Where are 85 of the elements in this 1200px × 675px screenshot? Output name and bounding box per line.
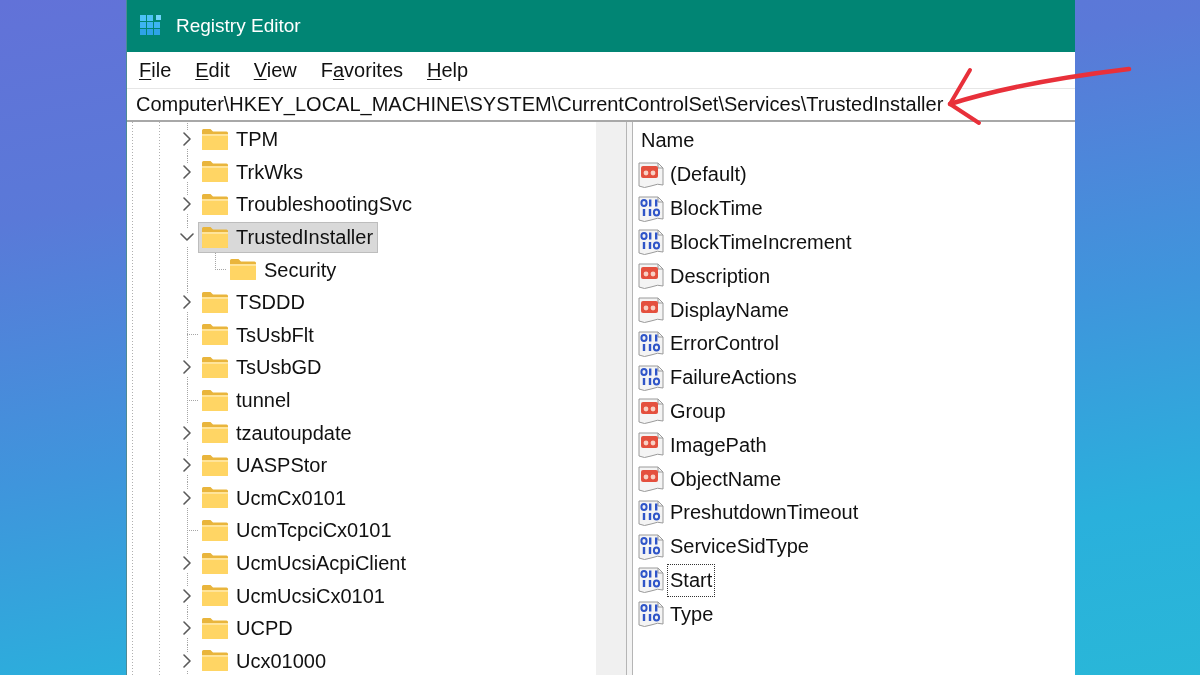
folder-icon (202, 161, 228, 183)
value-name[interactable]: (Default) (667, 158, 750, 192)
string-value-icon (638, 432, 664, 459)
value-name[interactable]: Group (667, 394, 729, 428)
tree-item[interactable]: TsUsbGD (198, 351, 327, 383)
folder-icon (202, 487, 228, 509)
folder-icon (202, 422, 228, 444)
binary-value-icon (638, 601, 664, 628)
tree-item[interactable]: tzautoupdate (198, 417, 357, 449)
value-name[interactable]: ErrorControl (667, 327, 782, 361)
tree-item[interactable]: UCPD (198, 612, 298, 644)
folder-icon (202, 226, 228, 248)
value-name[interactable]: Description (667, 259, 774, 293)
chevron-right-icon[interactable] (183, 653, 191, 668)
string-value-icon (638, 398, 664, 425)
chevron-right-icon[interactable] (183, 197, 191, 212)
tree-item[interactable]: Security (226, 254, 342, 286)
folder-icon (202, 128, 228, 150)
address-bar[interactable]: Computer\HKEY_LOCAL_MACHINE\SYSTEM\CurrentControlSet\Services\TrustedInstaller (127, 88, 1075, 122)
folder-icon (202, 291, 228, 313)
chevron-right-icon[interactable] (183, 490, 191, 505)
tree-item[interactable]: TSDDD (198, 286, 310, 318)
value-name[interactable]: BlockTime (667, 192, 766, 226)
folder-icon (202, 552, 228, 574)
binary-value-icon (638, 533, 664, 560)
chevron-down-icon[interactable] (180, 233, 194, 242)
folder-icon (230, 259, 256, 281)
binary-value-icon (638, 364, 664, 391)
menu-item[interactable]: Help (415, 55, 481, 85)
value-name[interactable]: ObjectName (667, 462, 785, 496)
tree-item[interactable]: TrkWks (198, 156, 308, 188)
window-title: Registry Editor (176, 15, 301, 37)
folder-icon (202, 585, 228, 607)
tree-item[interactable]: TPM (198, 123, 284, 155)
menu-item[interactable]: View (241, 55, 309, 85)
cube-grid-icon (140, 15, 162, 37)
chevron-right-icon[interactable] (183, 295, 191, 310)
value-name[interactable]: PreshutdownTimeout (667, 496, 862, 530)
tree-item[interactable]: UcmTcpciCx0101 (198, 514, 397, 546)
folder-icon (202, 356, 228, 378)
value-name[interactable]: FailureActions (667, 361, 800, 395)
value-name[interactable]: Start (667, 563, 716, 597)
tree-item[interactable]: UcmUcsiCx0101 (198, 580, 390, 612)
tree-item[interactable]: tunnel (198, 384, 296, 416)
column-header[interactable]: Name (641, 128, 695, 152)
folder-icon (202, 454, 228, 476)
scrollbar[interactable] (596, 122, 626, 675)
value-name[interactable]: ImagePath (667, 428, 770, 462)
string-value-icon (638, 263, 664, 290)
chevron-right-icon[interactable] (183, 556, 191, 570)
tree-item[interactable]: Ucx01000 (198, 645, 332, 675)
folder-icon (202, 324, 228, 346)
folder-icon (202, 194, 228, 215)
binary-value-icon (638, 195, 664, 222)
chevron-right-icon[interactable] (183, 360, 191, 375)
chevron-right-icon[interactable] (183, 458, 191, 473)
chevron-right-icon[interactable] (183, 132, 191, 147)
value-name[interactable]: Type (667, 597, 717, 631)
tree-item[interactable]: UASPStor (198, 449, 333, 481)
value-name[interactable]: ServiceSidType (667, 530, 812, 564)
tree-item[interactable]: UcmUcsiAcpiClient (198, 547, 412, 579)
folder-icon (202, 617, 228, 639)
menu-item[interactable]: Favorites (308, 55, 416, 85)
tree-item[interactable]: TsUsbFlt (198, 319, 319, 351)
menu-item[interactable]: Edit (183, 55, 242, 85)
tree-item[interactable]: TroubleshootingSvc (198, 189, 418, 220)
binary-value-icon (638, 229, 664, 256)
string-value-icon (638, 161, 664, 188)
string-value-icon (638, 297, 664, 324)
folder-icon (202, 389, 228, 411)
value-name[interactable]: BlockTimeIncrement (667, 226, 855, 259)
chevron-right-icon[interactable] (183, 425, 191, 440)
chevron-right-icon[interactable] (183, 621, 191, 636)
tree-item[interactable]: UcmCx0101 (198, 482, 352, 514)
folder-icon (202, 650, 228, 672)
binary-value-icon (638, 499, 664, 526)
chevron-right-icon[interactable] (183, 588, 191, 603)
binary-value-icon (638, 567, 664, 594)
string-value-icon (638, 466, 664, 493)
tree-item[interactable]: TrustedInstaller (198, 221, 379, 253)
chevron-right-icon[interactable] (183, 164, 191, 179)
value-name[interactable]: DisplayName (667, 293, 792, 327)
binary-value-icon (638, 330, 664, 357)
folder-icon (202, 519, 228, 541)
menu-item[interactable]: File (127, 55, 184, 85)
